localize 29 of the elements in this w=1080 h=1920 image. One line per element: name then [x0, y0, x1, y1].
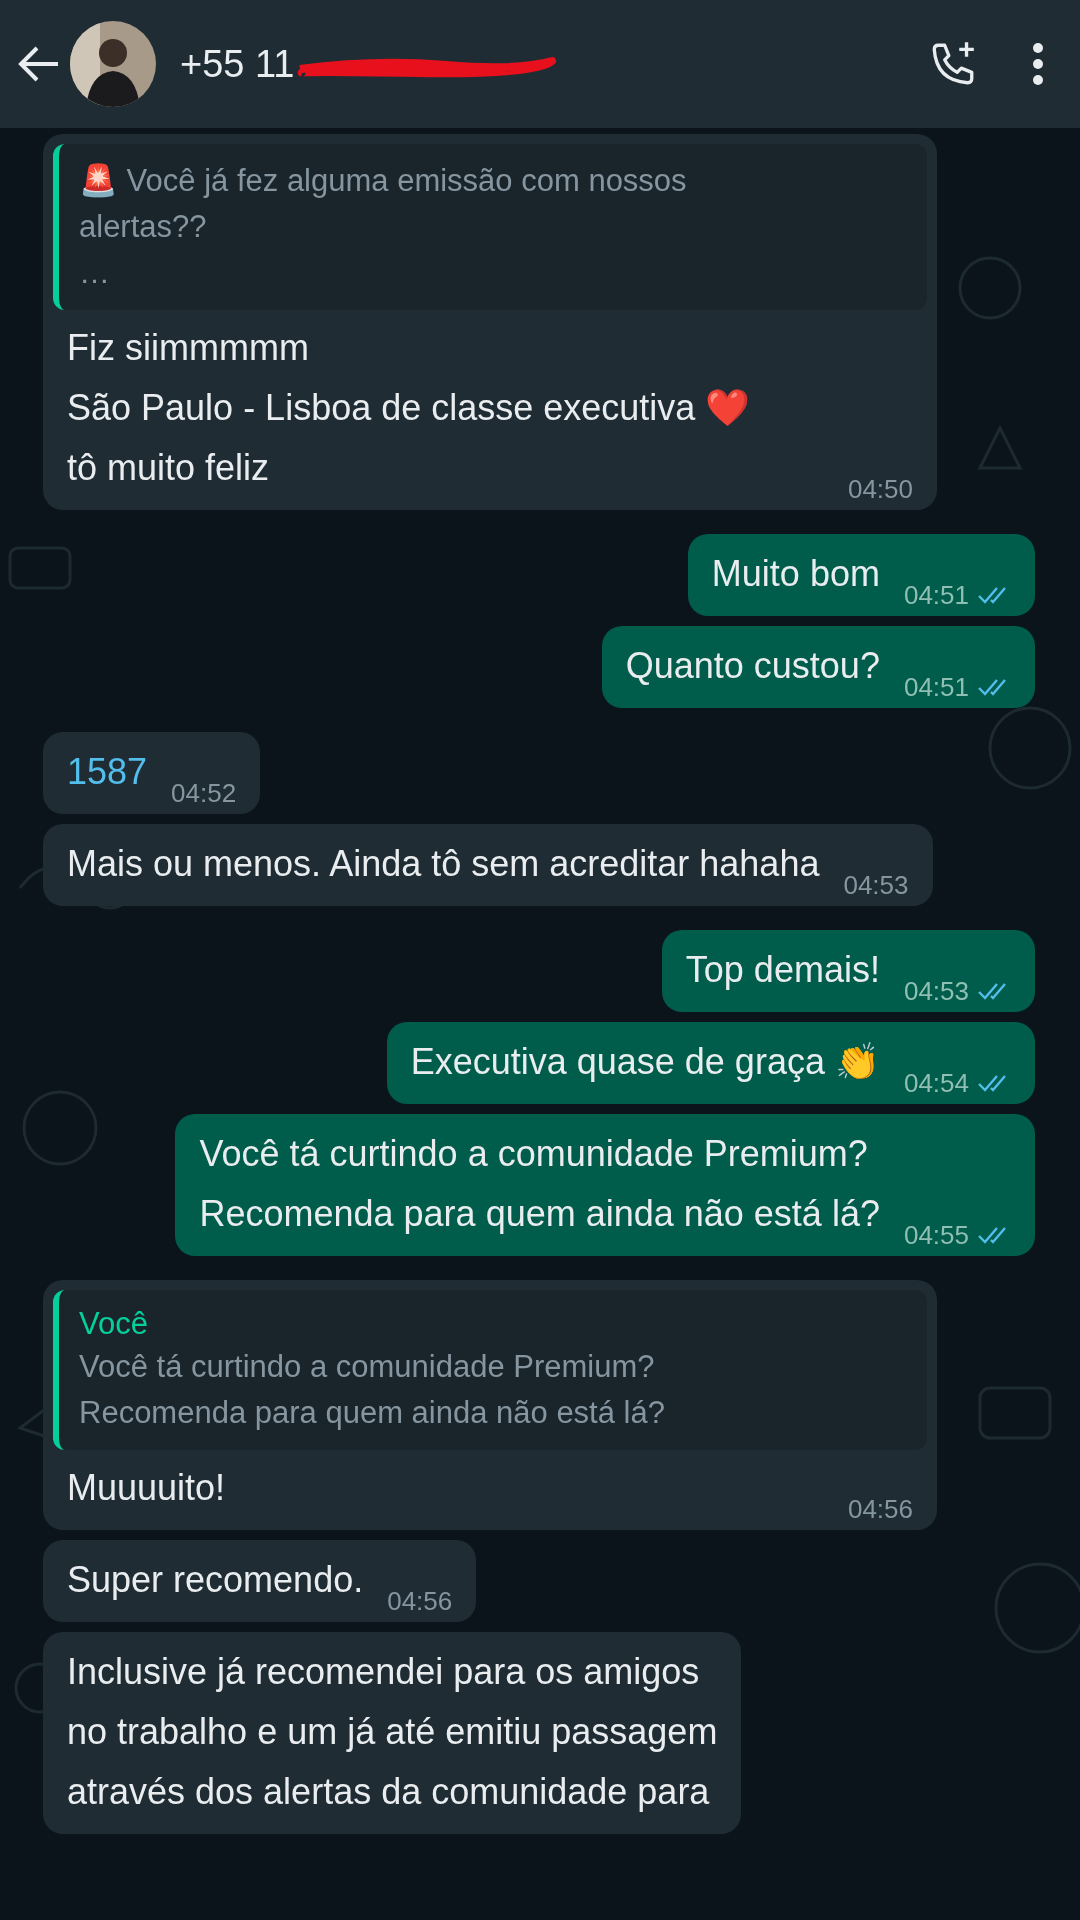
contact-name[interactable]: +55 11	[180, 35, 295, 93]
message-text: Muito bom	[711, 552, 880, 596]
message-text: Muuuuito!	[67, 1466, 227, 1510]
quoted-message[interactable]: Você Você tá curtindo a comunidade Premium? Recomenda para quem ainda não está lá?	[53, 1290, 927, 1450]
message-time: 04:54	[903, 1068, 969, 1098]
message-time: 04:52	[171, 778, 237, 808]
message-time: 04:53	[843, 870, 909, 900]
more-options-icon[interactable]	[1032, 42, 1044, 86]
message-text: Mais ou menos. Ainda tô sem acreditar hahaha	[67, 842, 820, 886]
message-time: 04:56	[847, 1494, 913, 1524]
back-arrow-icon[interactable]	[18, 45, 60, 83]
phone-link[interactable]: 1587	[67, 742, 148, 802]
message-text: Executiva quase de graça 👏	[410, 1040, 880, 1084]
message-text: Inclusive já recomendei para os amigos no trabalho e um já até emitiu passagem através dos alertas da comunidade para	[67, 1650, 718, 1814]
quoted-text: 🚨 Você já fez alguma emissão com nossos alertas?? …	[79, 162, 688, 292]
message-text: Quanto custou?	[625, 644, 880, 688]
message-time: 04:50	[847, 474, 913, 504]
quoted-text: Você tá curtindo a comunidade Premium? Recomenda para quem ainda não está lá?	[79, 1348, 666, 1432]
message-text: Fiz siimmmmm São Paulo - Lisboa de classe executiva ❤ tô muito feliz	[67, 326, 752, 490]
message-time: 04:56	[387, 1586, 453, 1616]
message-time: 04:53	[903, 976, 969, 1006]
message-text: Super recomendo.	[67, 1558, 364, 1602]
message-text: Você tá curtindo a comunidade Premium? Recomenda para quem ainda não está lá?	[199, 1132, 880, 1236]
quoted-message[interactable]: 🚨 Você já fez alguma emissão com nossos alertas?? …	[53, 144, 927, 310]
message-time: 04:55	[903, 1220, 969, 1250]
message-time: 04:51	[903, 672, 969, 702]
quoted-sender: Você	[79, 1305, 149, 1343]
message-time: 04:51	[903, 580, 969, 610]
message-text: Top demais!	[685, 948, 880, 992]
